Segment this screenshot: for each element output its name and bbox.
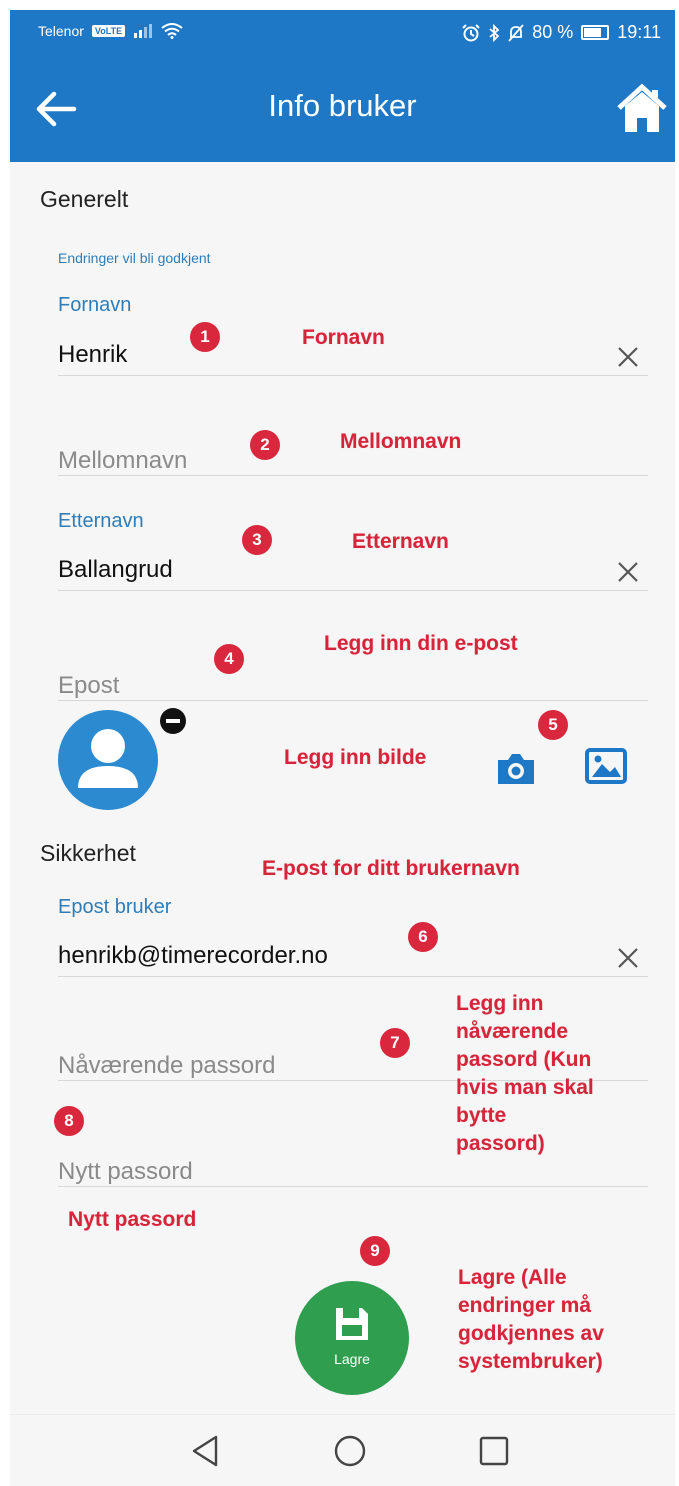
alarm-icon: [462, 23, 480, 41]
annotation-last-name: Etternavn: [352, 530, 449, 553]
annotation-image: Legg inn bilde: [284, 746, 427, 769]
save-button[interactable]: Lagre: [295, 1281, 409, 1395]
last-name-label: Etternavn: [58, 510, 144, 532]
bluetooth-icon: [489, 23, 500, 42]
remove-icon[interactable]: [160, 708, 186, 734]
marker-8: 8: [54, 1106, 84, 1136]
nav-home-icon[interactable]: [332, 1433, 368, 1469]
image-icon[interactable]: [584, 744, 628, 788]
section-title-security: Sikkerhet: [40, 840, 136, 866]
clear-icon[interactable]: [616, 345, 640, 369]
annotation-username: E-post for ditt brukernavn: [262, 857, 520, 880]
clock: 19:11: [617, 22, 661, 42]
email-field[interactable]: Epost: [58, 660, 648, 701]
save-icon: [336, 1308, 368, 1340]
camera-icon[interactable]: [494, 746, 538, 790]
network-tag: VoLTE: [91, 25, 126, 37]
marker-3: 3: [242, 525, 272, 555]
avatar-icon: [78, 729, 138, 788]
carrier-label: Telenor: [38, 23, 84, 39]
marker-1: 1: [190, 322, 220, 352]
first-name-value[interactable]: Henrik: [58, 341, 127, 369]
annotation-middle-name: Mellomnavn: [340, 430, 462, 453]
annotation-save: Lagre (Alle endringer må godkjennes av s…: [458, 1266, 604, 1373]
approval-hint: Endringer vil bli godkjent: [58, 250, 211, 266]
middle-name-placeholder[interactable]: Mellomnavn: [58, 447, 187, 475]
annotation-current-password: Legg inn nåværende passord (Kun hvis man…: [456, 992, 594, 1155]
home-icon[interactable]: [615, 82, 669, 136]
nav-recents-icon[interactable]: [476, 1433, 512, 1469]
app-bar: Info bruker: [10, 58, 675, 162]
annotation-email: Legg inn din e-post: [324, 632, 518, 655]
marker-5: 5: [538, 710, 568, 740]
wifi-icon: [161, 23, 183, 39]
user-email-label: Epost bruker: [58, 896, 172, 918]
clear-icon[interactable]: [616, 946, 640, 970]
annotation-first-name: Fornavn: [302, 326, 385, 349]
email-placeholder[interactable]: Epost: [58, 672, 119, 700]
marker-7: 7: [380, 1028, 410, 1058]
system-nav-bar: [10, 1414, 675, 1486]
marker-2: 2: [250, 430, 280, 460]
marker-9: 9: [360, 1236, 390, 1266]
last-name-field[interactable]: Ballangrud: [58, 550, 648, 591]
mute-icon: [508, 23, 524, 42]
save-label: Lagre: [334, 1351, 370, 1367]
annotation-new-password: Nytt passord: [68, 1208, 197, 1231]
user-email-field[interactable]: henrikb@timerecorder.no: [58, 936, 648, 977]
new-password-placeholder[interactable]: Nytt passord: [58, 1158, 193, 1186]
battery-icon: [581, 25, 610, 40]
clear-icon[interactable]: [616, 560, 640, 584]
section-title-general: Generelt: [40, 186, 129, 212]
page-title: Info bruker: [268, 88, 417, 123]
nav-back-icon[interactable]: [188, 1433, 224, 1469]
status-bar: Telenor VoLTE 80 % 19:11: [10, 10, 675, 58]
phone-screen: Telenor VoLTE 80 % 19:11 Info bruker Gen…: [10, 10, 675, 1486]
last-name-value[interactable]: Ballangrud: [58, 556, 173, 584]
battery-percent: 80 %: [532, 22, 574, 42]
first-name-label: Fornavn: [58, 294, 132, 316]
marker-6: 6: [408, 922, 438, 952]
current-password-placeholder[interactable]: Nåværende passord: [58, 1052, 275, 1080]
user-email-value[interactable]: henrikb@timerecorder.no: [58, 942, 328, 970]
avatar[interactable]: [58, 710, 158, 810]
marker-4: 4: [214, 644, 244, 674]
signal-icon: [134, 24, 153, 38]
